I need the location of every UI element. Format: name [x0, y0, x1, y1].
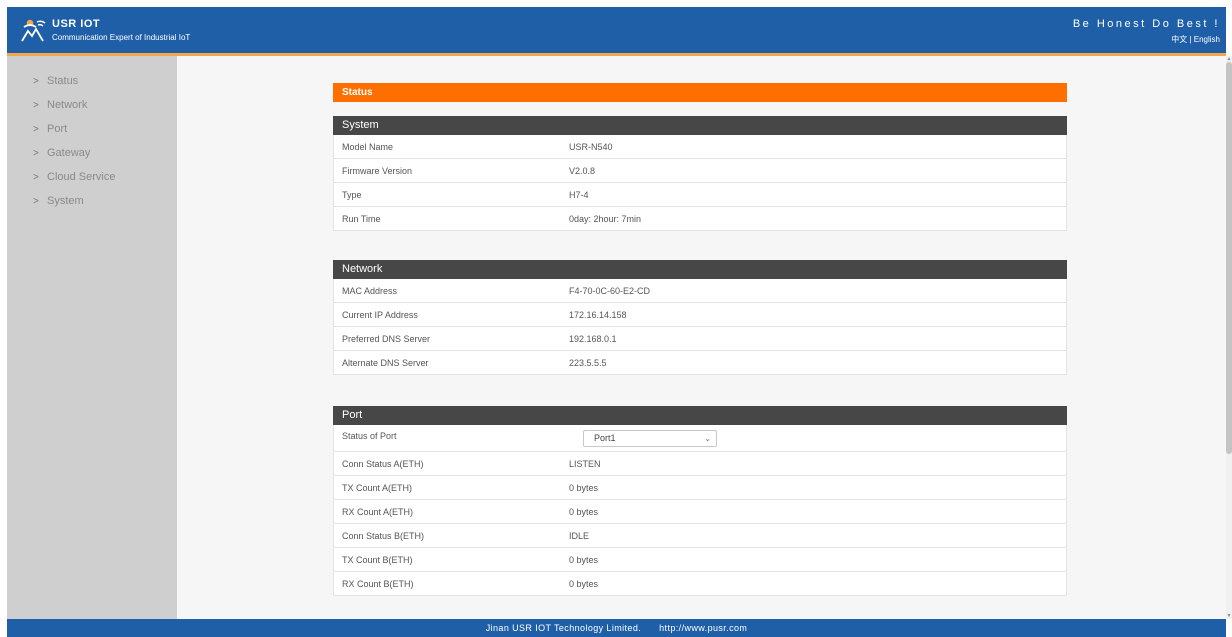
port-select[interactable]: Port1 ⌄ — [583, 430, 717, 447]
usr-iot-logo-icon — [21, 19, 46, 42]
section-header-network: Network — [333, 260, 1067, 279]
row-value: 172.16.14.158 — [569, 310, 627, 320]
table-row: Current IP Address 172.16.14.158 — [333, 303, 1067, 327]
sidebar-item-system[interactable]: > System — [33, 195, 84, 207]
row-value: F4-70-0C-60-E2-CD — [569, 286, 651, 296]
table-row: Conn Status A(ETH) LISTEN — [333, 452, 1067, 476]
row-label: MAC Address — [342, 286, 398, 296]
page-scrollbar[interactable]: ▲ ▼ — [1226, 56, 1232, 619]
scrollbar-thumb[interactable] — [1226, 62, 1232, 454]
table-row: MAC Address F4-70-0C-60-E2-CD — [333, 279, 1067, 303]
row-value: IDLE — [569, 531, 590, 541]
brand-tagline: Communication Expert of Industrial IoT — [52, 33, 191, 42]
sidebar-item-port[interactable]: > Port — [33, 123, 67, 135]
lang-english-link[interactable]: English — [1194, 35, 1220, 44]
row-label: Type — [342, 190, 362, 200]
table-row: Alternate DNS Server 223.5.5.5 — [333, 351, 1067, 375]
main-content: Status System Model Name USR-N540 Firmwa… — [177, 56, 1226, 619]
sidebar-item-network[interactable]: > Network — [33, 99, 87, 111]
table-row: RX Count A(ETH) 0 bytes — [333, 500, 1067, 524]
footer-company: Jinan USR IOT Technology Limited. — [485, 623, 642, 633]
lang-separator: | — [1189, 35, 1192, 44]
row-value: 0 bytes — [569, 507, 599, 517]
sidebar-item-label: System — [47, 195, 84, 207]
section-header-port: Port — [333, 406, 1067, 425]
sidebar-item-label: Status — [47, 75, 79, 87]
row-label: TX Count A(ETH) — [342, 483, 413, 493]
chevron-right-icon: > — [33, 76, 39, 87]
language-switcher: 中文 | English — [1171, 34, 1220, 45]
port-select-value: Port1 — [594, 433, 616, 443]
row-label: RX Count A(ETH) — [342, 507, 414, 517]
window-frame — [0, 0, 7, 637]
row-value: 0 bytes — [569, 555, 599, 565]
network-section: Network MAC Address F4-70-0C-60-E2-CD Cu… — [333, 260, 1067, 375]
sidebar-item-label: Network — [47, 99, 88, 111]
port-section: Port Status of Port Port1 ⌄ Conn Status … — [333, 406, 1067, 596]
table-row: Status of Port Port1 ⌄ — [333, 425, 1067, 452]
row-label: RX Count B(ETH) — [342, 579, 414, 589]
table-row: Type H7-4 — [333, 183, 1067, 207]
table-row: Preferred DNS Server 192.168.0.1 — [333, 327, 1067, 351]
row-value: 0 bytes — [569, 483, 599, 493]
table-row: TX Count A(ETH) 0 bytes — [333, 476, 1067, 500]
row-label: Firmware Version — [342, 166, 413, 176]
section-header-system: System — [333, 116, 1067, 135]
page-title: Status — [333, 83, 1067, 102]
status-panel: Status System Model Name USR-N540 Firmwa… — [333, 83, 1067, 596]
row-label: Model Name — [342, 142, 394, 152]
row-value: 0 bytes — [569, 579, 599, 589]
chevron-right-icon: > — [33, 148, 39, 159]
chevron-down-icon: ⌄ — [704, 434, 711, 443]
sidebar-item-label: Port — [47, 123, 68, 135]
chevron-right-icon: > — [33, 100, 39, 111]
table-row: Firmware Version V2.0.8 — [333, 159, 1067, 183]
motto: Be Honest Do Best ! — [1072, 18, 1220, 30]
chevron-right-icon: > — [33, 172, 39, 183]
row-value: 0day: 2hour: 7min — [569, 214, 642, 224]
system-section: System Model Name USR-N540 Firmware Vers… — [333, 116, 1067, 231]
sidebar-item-cloud-service[interactable]: > Cloud Service — [33, 171, 115, 183]
row-label: Run Time — [342, 214, 381, 224]
row-label: TX Count B(ETH) — [342, 555, 413, 565]
sidebar-item-label: Gateway — [47, 147, 91, 159]
sidebar-item-gateway[interactable]: > Gateway — [33, 147, 90, 159]
row-value: 192.168.0.1 — [569, 334, 617, 344]
brand-name: USR IOT — [52, 18, 101, 30]
row-label: Conn Status A(ETH) — [342, 459, 424, 469]
table-row: Run Time 0day: 2hour: 7min — [333, 207, 1067, 231]
sidebar: > Status > Network > Port > Gateway > Cloud S… — [7, 56, 177, 619]
table-row: Model Name USR-N540 — [333, 135, 1067, 159]
table-row: TX Count B(ETH) 0 bytes — [333, 548, 1067, 572]
row-value: 223.5.5.5 — [569, 358, 607, 368]
scroll-down-arrow-icon[interactable]: ▼ — [1226, 613, 1232, 619]
sidebar-item-status[interactable]: > Status — [33, 75, 78, 87]
table-row: RX Count B(ETH) 0 bytes — [333, 572, 1067, 596]
row-label: Alternate DNS Server — [342, 358, 429, 368]
sidebar-item-label: Cloud Service — [47, 171, 116, 183]
row-value: V2.0.8 — [569, 166, 596, 176]
footer: Jinan USR IOT Technology Limited. http://… — [7, 619, 1226, 637]
lang-chinese-link[interactable]: 中文 — [1171, 35, 1187, 44]
row-value: LISTEN — [569, 459, 601, 469]
chevron-right-icon: > — [33, 196, 39, 207]
row-label: Current IP Address — [342, 310, 418, 320]
row-label: Conn Status B(ETH) — [342, 531, 425, 541]
top-header: USR IOT Communication Expert of Industri… — [7, 7, 1226, 53]
row-label: Status of Port — [342, 431, 397, 441]
row-value: USR-N540 — [569, 142, 613, 152]
chevron-right-icon: > — [33, 124, 39, 135]
table-row: Conn Status B(ETH) IDLE — [333, 524, 1067, 548]
row-label: Preferred DNS Server — [342, 334, 431, 344]
row-value: H7-4 — [569, 190, 589, 200]
footer-url-link[interactable]: http://www.pusr.com — [659, 623, 747, 633]
